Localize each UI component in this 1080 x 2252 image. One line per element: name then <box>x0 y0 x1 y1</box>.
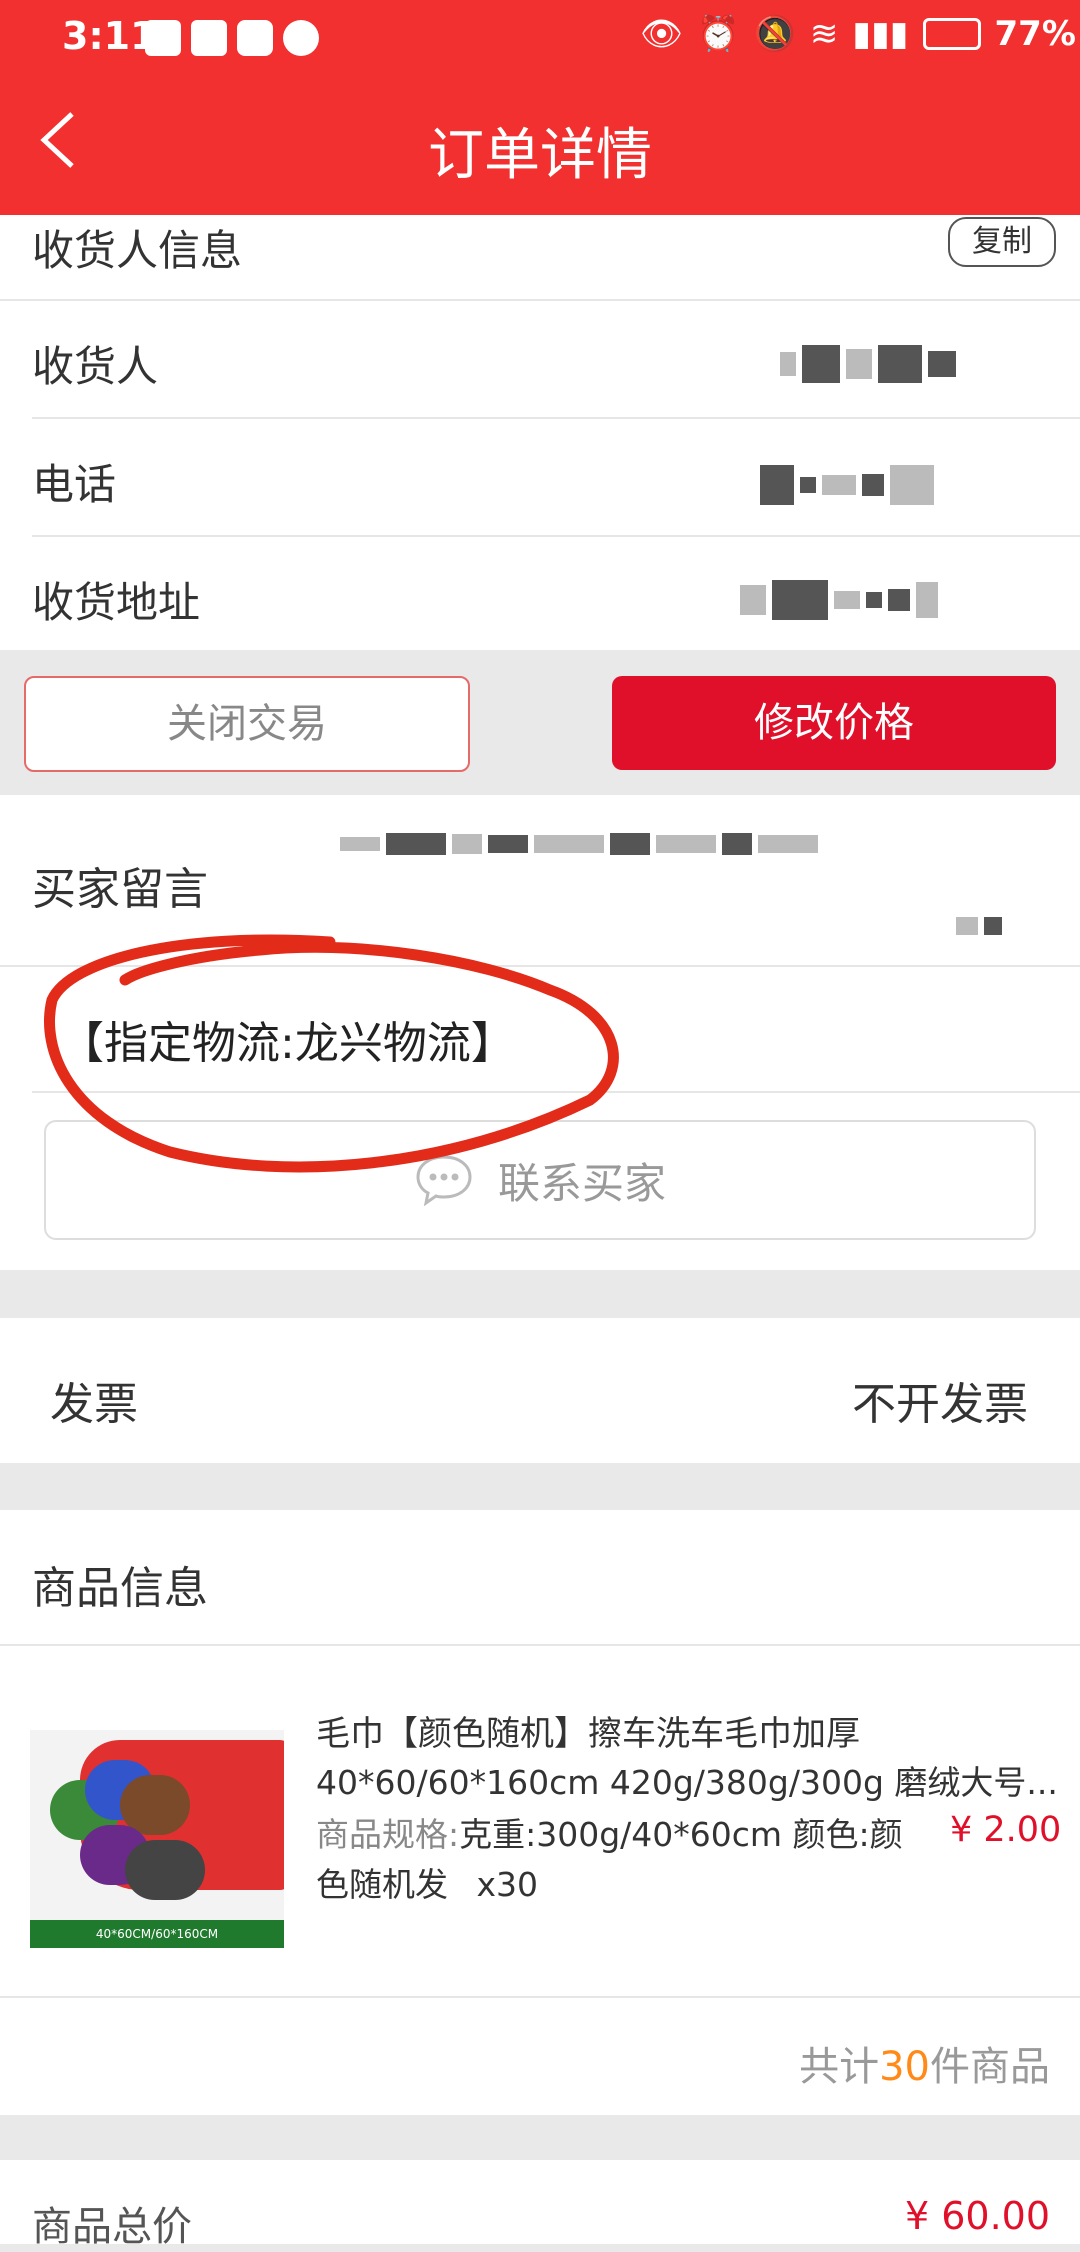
product-quantity: x30 <box>476 1865 539 1904</box>
total-price-label: 商品总价 <box>32 2204 192 2250</box>
annotation-circle <box>44 934 619 1173</box>
signal-icon: ▮▮▮ <box>852 14 909 54</box>
buyer-message-label: 买家留言 <box>32 864 208 915</box>
spec-value: 克重:300g/40*60cm 颜色:颜 <box>459 1815 903 1854</box>
divider <box>0 299 1080 301</box>
address-label: 收货地址 <box>32 578 201 627</box>
browser-icon <box>283 20 319 56</box>
divider <box>32 417 1080 419</box>
product-title[interactable]: 毛巾【颜色随机】擦车洗车毛巾加厚 <box>316 1706 860 1755</box>
product-spec-line2: 色随机发 x30 <box>316 1858 538 1906</box>
receiver-name-value <box>780 345 956 383</box>
product-section-label: 商品信息 <box>32 1563 208 1614</box>
edit-price-button[interactable]: 修改价格 <box>612 676 1056 770</box>
invoice-value: 不开发票 <box>852 1379 1028 1430</box>
chat-icon <box>237 20 273 56</box>
battery-icon <box>922 18 981 50</box>
product-spec: 商品规格:克重:300g/40*60cm 颜色:颜 <box>316 1808 903 1856</box>
mute-icon: 🔕 <box>753 14 796 54</box>
wifi-icon: ≋ <box>809 14 839 54</box>
eye-icon: 👁 <box>640 14 684 54</box>
total-price-value: ¥ 60.00 <box>904 2194 1050 2238</box>
total-count-text: 共计30件商品 <box>799 2034 1050 2092</box>
divider <box>0 1644 1080 1646</box>
divider <box>0 1996 1080 1998</box>
product-subtitle: 40*60/60*160cm 420g/380g/300g 磨绒大号... <box>316 1763 1058 1802</box>
buyer-message-masked-tail <box>956 917 1002 935</box>
copy-button[interactable]: 复制 <box>948 217 1056 267</box>
receiver-section: 收货人信息 复制 收货人 电话 收货地址 <box>0 215 1080 650</box>
spec-prefix: 商品规格: <box>316 1815 460 1854</box>
product-image-caption: 40*60CM/60*160CM <box>30 1920 284 1948</box>
total-prefix: 共计 <box>799 2044 880 2090</box>
product-section: 商品信息 40*60CM/60*160CM 毛巾【颜色随机】擦车洗车毛巾加厚 4… <box>0 1510 1080 2115</box>
receiver-name-label: 收货人 <box>32 342 159 391</box>
divider <box>32 535 1080 537</box>
close-trade-button[interactable]: 关闭交易 <box>24 676 470 772</box>
buyer-message-masked-text <box>340 833 818 855</box>
phone-label: 电话 <box>32 460 117 509</box>
alarm-icon: ⏰ <box>697 14 740 54</box>
app-icon <box>145 20 181 56</box>
action-bar: 关闭交易 修改价格 <box>0 650 1080 795</box>
invoice-label: 发票 <box>50 1379 138 1430</box>
receiver-section-label: 收货人信息 <box>32 226 243 275</box>
invoice-section[interactable]: 发票 不开发票 <box>0 1318 1080 1463</box>
status-time: 3:11 <box>62 14 157 58</box>
address-value <box>740 580 938 620</box>
summary-section: 商品总价 ¥ 60.00 <box>0 2160 1080 2250</box>
status-system-icons: 👁 ⏰ 🔕 ≋ ▮▮▮ 77% <box>640 14 1076 54</box>
total-suffix: 件商品 <box>930 2044 1050 2090</box>
status-notification-icons <box>145 20 319 56</box>
phone-value <box>760 465 934 505</box>
battery-percent: 77% <box>994 14 1076 54</box>
app-icon <box>191 20 227 56</box>
unit-price: ¥ 2.00 <box>950 1810 1062 1850</box>
page-title: 订单详情 <box>428 123 652 188</box>
total-count: 30 <box>879 2044 930 2090</box>
app-header: 3:11 👁 ⏰ 🔕 ≋ ▮▮▮ 77% 订单详情 <box>0 0 1080 215</box>
spec-value-2: 色随机发 <box>316 1865 448 1904</box>
product-image[interactable]: 40*60CM/60*160CM <box>30 1730 284 1948</box>
